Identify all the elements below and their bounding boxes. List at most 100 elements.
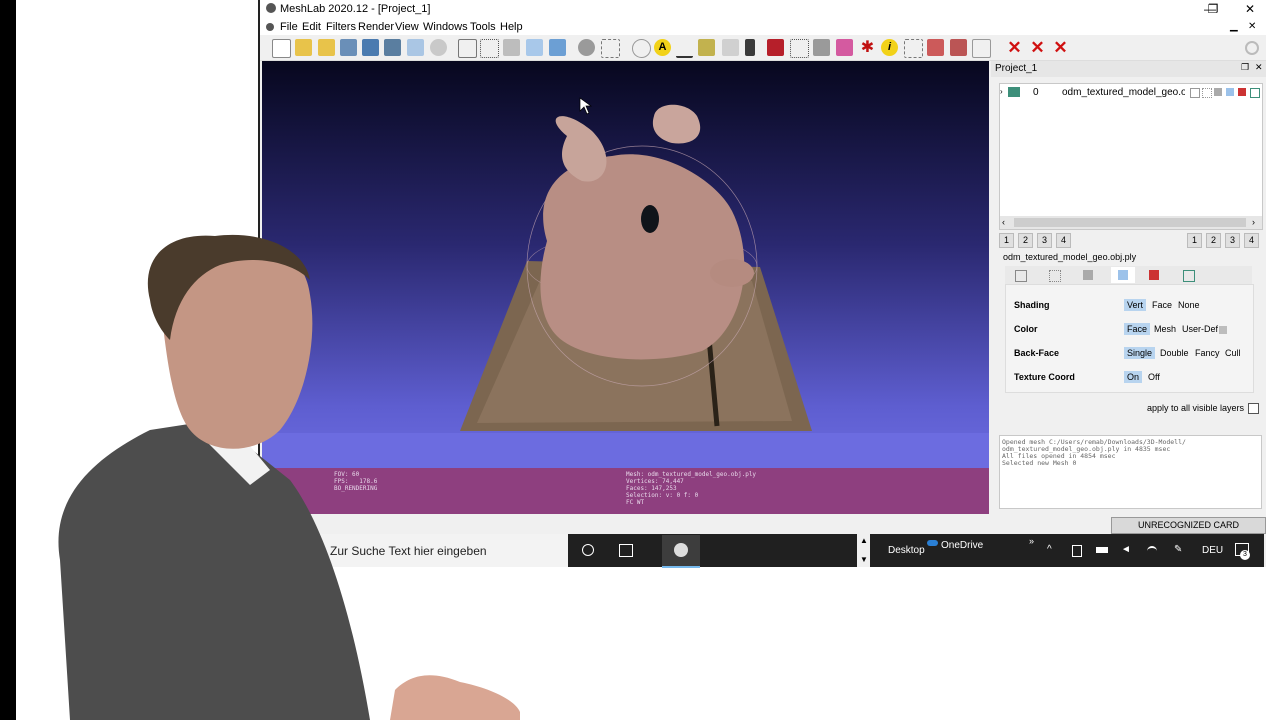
delete-faces-vertices-icon[interactable]: ✕ <box>1029 39 1046 56</box>
status-card-label: UNRECOGNIZED CARD <box>1111 517 1266 534</box>
tab-decorators-icon[interactable] <box>1183 270 1195 282</box>
left-layer-btn-4[interactable]: 4 <box>1056 233 1071 248</box>
bunny-ear-right <box>652 104 701 144</box>
apply-all-checkbox[interactable] <box>1248 403 1259 414</box>
color-mesh-option[interactable]: Mesh <box>1151 323 1179 335</box>
right-layer-btn-4[interactable]: 4 <box>1244 233 1259 248</box>
desktop-toolbar-label[interactable]: Desktop <box>888 545 925 556</box>
tab-points-icon[interactable] <box>1049 270 1061 282</box>
select-vertex-icon[interactable] <box>950 39 967 56</box>
input-language[interactable]: DEU <box>1202 545 1223 556</box>
layer-row[interactable]: › 0 odm_textured_model_geo.obj <box>1000 86 1262 100</box>
select-rect-icon[interactable] <box>904 39 923 58</box>
float-panel-icon[interactable]: ❐ <box>1241 62 1249 73</box>
right-layer-btn-3[interactable]: 3 <box>1225 233 1240 248</box>
task-view-icon[interactable] <box>619 544 633 557</box>
layer-tools-icon[interactable] <box>1250 88 1260 98</box>
color-userdef-option[interactable]: User-Def <box>1179 323 1221 335</box>
right-layer-btn-1[interactable]: 1 <box>1187 233 1202 248</box>
scroll-down-icon[interactable]: ▼ <box>860 555 868 564</box>
left-layer-btn-3[interactable]: 3 <box>1037 233 1052 248</box>
color-face-option[interactable]: Face <box>1124 323 1151 335</box>
pen-icon[interactable]: ✎ <box>1174 544 1182 555</box>
usb-device-icon[interactable] <box>1072 545 1082 557</box>
layer-wire-icon[interactable] <box>1214 88 1222 96</box>
tab-texture-icon[interactable] <box>1149 270 1159 280</box>
tab-solid-selected[interactable] <box>1111 267 1135 283</box>
texcoord-on-option[interactable]: On <box>1124 371 1143 383</box>
measure-icon[interactable] <box>676 39 693 58</box>
lighting-icon[interactable] <box>578 39 595 56</box>
pick-points-icon[interactable] <box>698 39 715 56</box>
tab-bbox-icon[interactable] <box>1015 270 1027 282</box>
close-panel-icon[interactable]: ✕ <box>1255 62 1263 73</box>
shading-face-option[interactable]: Face <box>1149 299 1175 311</box>
log-text: Opened mesh C:/Users/remab/Downloads/3D-… <box>1002 438 1186 467</box>
meshlab-taskbar-icon <box>674 543 688 557</box>
cortana-icon[interactable] <box>582 544 594 556</box>
backface-cull-option[interactable]: Cull <box>1222 347 1244 359</box>
light-dir-icon[interactable] <box>601 39 620 58</box>
layer-smooth-icon[interactable] <box>1226 88 1234 96</box>
backface-fancy-option[interactable]: Fancy <box>1192 347 1223 359</box>
scroll-thumb[interactable] <box>1014 218 1246 227</box>
shading-vert-option[interactable]: Vert <box>1124 299 1147 311</box>
shading-none-option[interactable]: None <box>1175 299 1203 311</box>
shading-label: Shading <box>1014 300 1050 310</box>
layer-texture-icon[interactable] <box>1238 88 1246 96</box>
trackball-icon[interactable] <box>632 39 651 58</box>
notification-count-badge: 3 <box>1240 550 1250 560</box>
mdi-close-button[interactable]: ✕ <box>1248 21 1256 32</box>
battery-icon[interactable] <box>1096 547 1108 553</box>
bunny-snout <box>710 259 754 287</box>
select-faces-icon[interactable] <box>813 39 830 56</box>
align-icon[interactable] <box>722 39 739 56</box>
left-layer-btn-2[interactable]: 2 <box>1018 233 1033 248</box>
layer-bbox-icon[interactable] <box>1190 88 1200 98</box>
wifi-icon[interactable] <box>1147 546 1157 556</box>
backface-double-option[interactable]: Double <box>1157 347 1192 359</box>
presenter-hands <box>390 675 520 720</box>
bunny-body <box>540 154 745 360</box>
mdi-minimize-button[interactable]: ▁ <box>1230 21 1238 32</box>
scroll-right-icon[interactable]: › <box>1252 217 1255 227</box>
select-vertices-icon[interactable] <box>790 39 809 58</box>
onedrive-icon[interactable] <box>927 540 938 546</box>
georef-icon[interactable]: ✱ <box>859 39 876 56</box>
close-button[interactable]: ✕ <box>1235 0 1265 18</box>
log-window: Opened mesh C:/Users/remab/Downloads/3D-… <box>999 435 1262 509</box>
mesh-paint-icon[interactable] <box>836 39 853 56</box>
restore-button[interactable]: ❐ <box>1198 0 1228 18</box>
search-icon[interactable] <box>1245 41 1259 55</box>
z-paint-icon[interactable] <box>767 39 784 56</box>
annotation-icon[interactable]: A <box>654 39 671 56</box>
delete-vertices-icon[interactable]: ✕ <box>1052 39 1069 56</box>
left-layer-btn-1[interactable]: 1 <box>999 233 1014 248</box>
toolbar-overflow-icon[interactable]: » <box>1029 536 1034 546</box>
backface-single-option[interactable]: Single <box>1124 347 1156 359</box>
tab-wire-icon[interactable] <box>1083 270 1093 280</box>
scroll-up-icon[interactable]: ▲ <box>860 536 868 545</box>
info-icon[interactable]: i <box>881 39 898 56</box>
show-hidden-icons[interactable]: ^ <box>1047 544 1052 555</box>
mouse-cursor-icon <box>579 97 593 115</box>
paint-icon[interactable] <box>745 39 755 56</box>
visibility-eye-icon[interactable] <box>1008 87 1020 97</box>
backface-label: Back-Face <box>1014 348 1060 358</box>
onedrive-label[interactable]: OneDrive <box>941 540 983 551</box>
user-color-swatch[interactable] <box>1219 326 1227 334</box>
select-region-icon[interactable] <box>972 39 991 58</box>
taskbar-meshlab-button[interactable] <box>662 535 700 568</box>
delete-faces-icon[interactable]: ✕ <box>1006 39 1023 56</box>
horizontal-scrollbar[interactable]: ‹ › <box>1000 216 1262 229</box>
layer-points-icon[interactable] <box>1202 88 1212 98</box>
project-title: Project_1 <box>995 63 1038 74</box>
right-layer-btn-2[interactable]: 2 <box>1206 233 1221 248</box>
expand-icon[interactable]: › <box>1000 87 1003 96</box>
texcoord-off-option[interactable]: Off <box>1145 371 1163 383</box>
volume-icon[interactable]: ◄ <box>1121 544 1131 555</box>
render-properties: Shading Vert Face None Color Face Mesh U… <box>1005 284 1254 393</box>
scroll-left-icon[interactable]: ‹ <box>1002 217 1005 227</box>
select-connected-icon[interactable] <box>927 39 944 56</box>
taskbar-scroll[interactable]: ▲ ▼ <box>857 534 870 567</box>
